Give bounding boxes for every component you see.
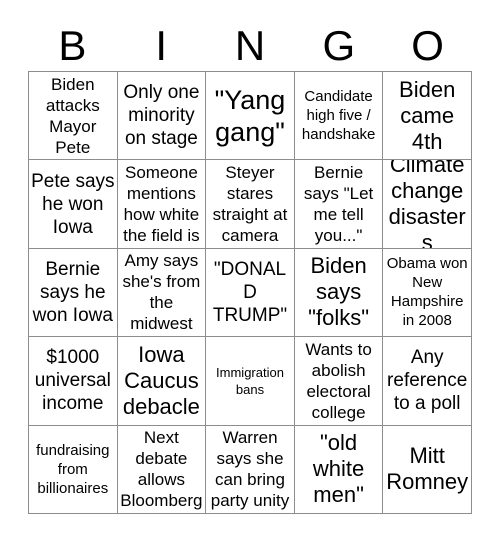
bingo-cell-text: Any reference to a poll (387, 347, 468, 415)
bingo-cell-o4[interactable]: Any reference to a poll (383, 337, 472, 426)
bingo-cell-i1[interactable]: Only one minority on stage (117, 72, 207, 161)
bingo-cell-b3[interactable]: Bernie says he won Iowa (29, 248, 118, 338)
bingo-cell-text: fundraising from billionaires (36, 441, 110, 497)
bingo-cell-text: Immigration bans (216, 364, 284, 397)
bingo-cell-text: Pete says he won Iowa (31, 170, 115, 238)
bingo-cell-text: Steyer stares straight at camera (212, 163, 288, 246)
bingo-cell-text: Wants to abolish electoral college (305, 339, 372, 422)
bingo-grid: Biden attacks Mayor Pete Only one minori… (28, 71, 472, 514)
bingo-cell-g3[interactable]: Biden says "folks" (294, 248, 384, 338)
bingo-cell-text: Biden came 4th (399, 76, 456, 154)
bingo-header-letter-i: I (155, 22, 168, 69)
bingo-cell-text: Bernie says "Let me tell you..." (303, 163, 374, 246)
bingo-cell-text: Bernie says he won Iowa (32, 258, 113, 326)
bingo-cell-n1[interactable]: "Yang gang" (206, 72, 295, 161)
bingo-cell-n4[interactable]: Immigration bans (206, 337, 295, 426)
bingo-cell-o2[interactable]: Climate change disasters (383, 160, 472, 249)
bingo-cell-text: "Yang gang" (214, 84, 286, 147)
bingo-cell-text: $1000 universal income (34, 347, 111, 415)
bingo-cell-g4[interactable]: Wants to abolish electoral college (294, 337, 384, 426)
bingo-cell-text: Climate change disasters (388, 160, 466, 249)
bingo-cell-o1[interactable]: Biden came 4th (383, 72, 472, 161)
bingo-cell-text: Warren says she can bring party unity (210, 428, 290, 511)
bingo-cell-text: Obama won New Hampshire in 2008 (386, 255, 468, 330)
bingo-header-row: B I N G O (28, 22, 472, 70)
bingo-cell-text: "DONALD TRUMP" (212, 258, 288, 326)
bingo-cell-text: Mitt Romney (386, 443, 469, 495)
bingo-cell-text: Next debate allows Bloomberg (120, 428, 203, 511)
bingo-header-letter-b: B (58, 22, 87, 69)
bingo-cell-text: Biden attacks Mayor Pete (45, 74, 100, 157)
bingo-cell-text: Only one minority on stage (123, 82, 200, 150)
bingo-cell-text: Iowa Caucus debacle (122, 341, 200, 419)
bingo-cell-i2[interactable]: Someone mentions how white the field is (117, 160, 207, 249)
bingo-cell-n3[interactable]: "DONALD TRUMP" (206, 248, 295, 338)
bingo-cell-b5[interactable]: fundraising from billionaires (29, 425, 118, 514)
bingo-cell-n2[interactable]: Steyer stares straight at camera (206, 160, 295, 249)
bingo-cell-g1[interactable]: Candidate high five / handshake (294, 72, 384, 161)
bingo-cell-text: "old white men" (312, 430, 365, 508)
bingo-cell-b2[interactable]: Pete says he won Iowa (29, 160, 118, 249)
bingo-cell-i5[interactable]: Next debate allows Bloomberg (117, 425, 207, 514)
bingo-cell-text: Someone mentions how white the field is (123, 163, 200, 246)
bingo-cell-n5[interactable]: Warren says she can bring party unity (206, 425, 295, 514)
bingo-cell-text: Candidate high five / handshake (301, 88, 376, 144)
bingo-cell-b1[interactable]: Biden attacks Mayor Pete (29, 72, 118, 161)
bingo-card: B I N G O Biden attacks Mayor Pete Only … (0, 0, 500, 544)
bingo-header-letter-o: O (411, 22, 444, 69)
bingo-cell-text: Biden says "folks" (308, 253, 370, 331)
bingo-cell-i4[interactable]: Iowa Caucus debacle (117, 337, 207, 426)
bingo-cell-i3[interactable]: Amy says she's from the midwest (117, 248, 207, 338)
bingo-cell-o5[interactable]: Mitt Romney (383, 425, 472, 514)
bingo-cell-g5[interactable]: "old white men" (294, 425, 384, 514)
bingo-header-letter-n: N (234, 22, 266, 69)
bingo-cell-text: Amy says she's from the midwest (122, 251, 201, 334)
bingo-cell-o3[interactable]: Obama won New Hampshire in 2008 (383, 248, 472, 338)
bingo-header-letter-g: G (322, 22, 356, 69)
bingo-cell-g2[interactable]: Bernie says "Let me tell you..." (294, 160, 384, 249)
bingo-cell-b4[interactable]: $1000 universal income (29, 337, 118, 426)
